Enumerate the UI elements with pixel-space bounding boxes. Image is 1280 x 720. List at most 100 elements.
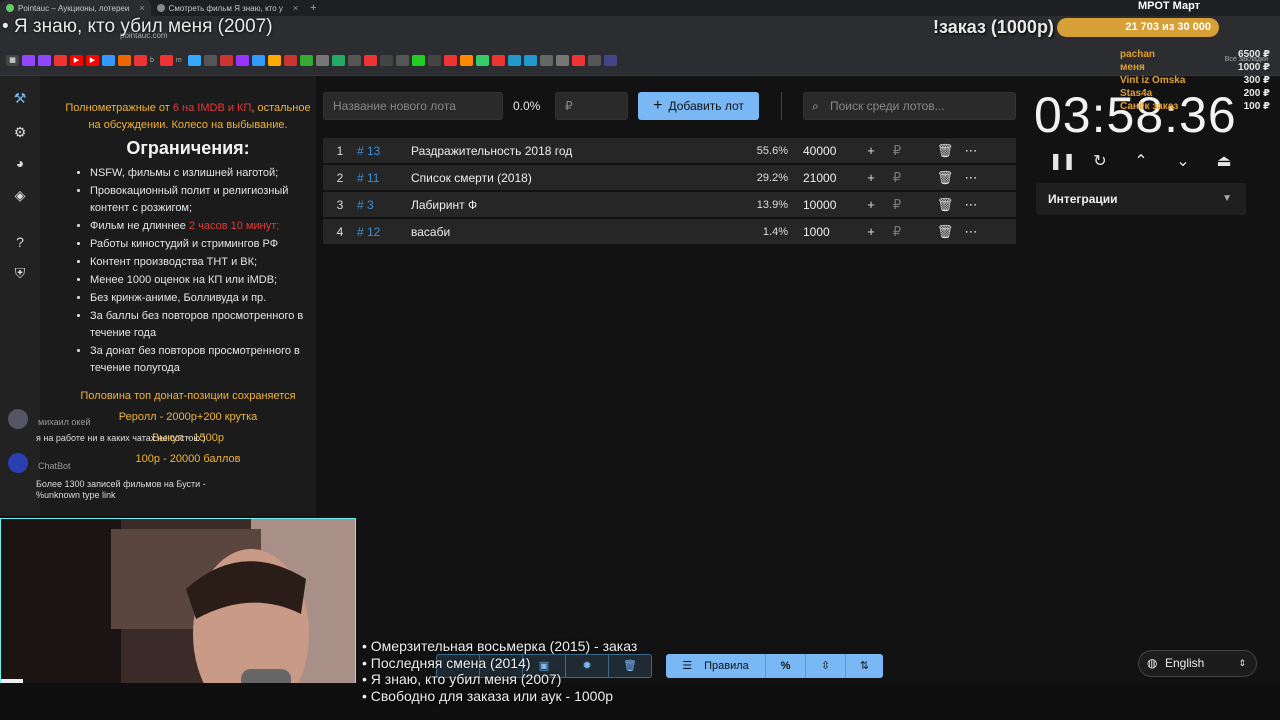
add-amount-icon[interactable]: + bbox=[858, 143, 884, 158]
more-options-icon[interactable]: ⋯ bbox=[958, 224, 984, 240]
lot-amount[interactable]: 21000 bbox=[788, 171, 858, 185]
bookmark-icon[interactable] bbox=[347, 55, 361, 66]
bookmark-icon[interactable] bbox=[331, 55, 345, 66]
reset-icon[interactable]: ↻ bbox=[1090, 152, 1110, 172]
apps-grid-icon[interactable]: ▦ bbox=[6, 55, 19, 66]
shield-check-icon[interactable]: ⛨ bbox=[10, 263, 30, 283]
bookmark-icon[interactable] bbox=[459, 55, 473, 66]
bookmark-icon[interactable] bbox=[267, 55, 281, 66]
bookmark-icon[interactable] bbox=[283, 55, 297, 66]
restrictions-heading: Ограничения: bbox=[126, 138, 250, 158]
delete-trash-icon[interactable]: 🗑 bbox=[932, 170, 958, 186]
bookmark-icon[interactable] bbox=[203, 55, 217, 66]
sort-icon[interactable]: ⇅ bbox=[846, 654, 883, 678]
twitch-bookmark-icon[interactable] bbox=[38, 55, 51, 66]
bookmark-icon[interactable] bbox=[395, 55, 409, 66]
delete-trash-icon[interactable]: 🗑 bbox=[932, 197, 958, 213]
lot-amount[interactable]: 10000 bbox=[788, 198, 858, 212]
bookmark-icon[interactable] bbox=[251, 55, 265, 66]
add-amount-icon[interactable]: + bbox=[858, 197, 884, 212]
restriction-item: Без кринж-аниме, Болливуда и пр. bbox=[90, 290, 336, 307]
app-sidebar: ⚒ ⚙ ◕ ◈ ? ⛨ bbox=[0, 76, 40, 516]
new-lot-name-input[interactable]: Название нового лота bbox=[323, 92, 503, 120]
mail-bookmark-icon[interactable] bbox=[118, 55, 131, 66]
lot-name[interactable]: Список смерти (2018) bbox=[411, 171, 741, 185]
new-lot-amount-input[interactable]: ₽ bbox=[555, 92, 628, 120]
ruble-icon[interactable]: ₽ bbox=[884, 197, 910, 213]
layers-icon[interactable]: ◈ bbox=[10, 185, 30, 205]
blue-bookmark-icon[interactable] bbox=[102, 55, 115, 66]
bookmark-icon[interactable] bbox=[315, 55, 329, 66]
bookmark-icon[interactable] bbox=[235, 55, 249, 66]
youtube-bookmark-icon[interactable]: ▶ bbox=[70, 55, 83, 66]
eject-icon[interactable]: ⏏ bbox=[1214, 152, 1234, 172]
lot-row[interactable]: 1 # 13 Раздражительность 2018 год 55.6% … bbox=[323, 138, 1016, 163]
bookmark-icon[interactable] bbox=[411, 55, 425, 66]
integrations-accordion[interactable]: Интеграции ▼ bbox=[1036, 183, 1246, 215]
twitch-bookmark-icon[interactable] bbox=[22, 55, 35, 66]
delete-trash-icon[interactable]: 🗑 bbox=[932, 224, 958, 240]
length-limit: 2 часов 10 минут; bbox=[188, 220, 280, 232]
delete-trash-icon[interactable]: 🗑 bbox=[932, 143, 958, 159]
bookmark-icon[interactable] bbox=[443, 55, 457, 66]
lot-name[interactable]: Раздражительность 2018 год bbox=[411, 144, 741, 158]
bookmark-icon[interactable] bbox=[539, 55, 553, 66]
more-options-icon[interactable]: ⋯ bbox=[958, 197, 984, 213]
settings-gear-icon[interactable]: ⚙ bbox=[10, 122, 30, 142]
chevron-down-icon[interactable]: ⌄ bbox=[1173, 152, 1193, 172]
bookmark-icon[interactable] bbox=[427, 55, 441, 66]
add-lot-button[interactable]: + Добавить лот bbox=[638, 92, 759, 120]
bookmark-icon[interactable] bbox=[491, 55, 505, 66]
donor-name: pachan bbox=[1120, 49, 1156, 60]
red-bookmark-icon[interactable] bbox=[54, 55, 67, 66]
close-tab-icon[interactable]: × bbox=[293, 3, 298, 13]
ruble-icon[interactable]: ₽ bbox=[884, 143, 910, 159]
help-icon[interactable]: ? bbox=[10, 232, 30, 252]
browser-tab-pointauc[interactable]: Pointauc – Аукционы, лотереи × bbox=[0, 0, 151, 16]
browser-tab-movie[interactable]: Смотреть фильм Я знаю, кто у × bbox=[151, 0, 305, 16]
new-tab-button[interactable]: + bbox=[310, 2, 316, 14]
rules-button[interactable]: ☰ Правила bbox=[666, 654, 766, 678]
close-tab-icon[interactable]: × bbox=[139, 3, 144, 13]
more-options-icon[interactable]: ⋯ bbox=[958, 143, 984, 159]
compact-view-icon[interactable]: ⇳ bbox=[806, 654, 846, 678]
bookmark-icon[interactable] bbox=[587, 55, 601, 66]
lot-search-input[interactable]: ⌕ Поиск среди лотов... bbox=[803, 92, 1016, 120]
bookmark-icon[interactable] bbox=[299, 55, 313, 66]
telegram-bookmark-icon[interactable] bbox=[523, 55, 537, 66]
telegram-bookmark-icon[interactable] bbox=[507, 55, 521, 66]
lot-name[interactable]: васаби bbox=[411, 225, 741, 239]
chevron-up-icon[interactable]: ⌃ bbox=[1131, 152, 1151, 172]
bookmark-icon[interactable] bbox=[379, 55, 393, 66]
red-bookmark-icon[interactable] bbox=[159, 55, 173, 66]
rules-panel: Полнометражные от 6 на IMDB и КП, осталь… bbox=[40, 76, 336, 516]
lot-position: 1 bbox=[336, 143, 344, 158]
blue-bookmark-icon[interactable] bbox=[187, 55, 201, 66]
bookmark-icon[interactable] bbox=[603, 55, 617, 66]
bookmark-icon[interactable] bbox=[475, 55, 489, 66]
add-amount-icon[interactable]: + bbox=[858, 170, 884, 185]
percent-toggle[interactable]: % bbox=[766, 654, 806, 678]
lot-name[interactable]: Лабиринт Ф bbox=[411, 198, 741, 212]
lot-amount[interactable]: 40000 bbox=[788, 144, 858, 158]
ruble-icon[interactable]: ₽ bbox=[884, 170, 910, 186]
lot-row[interactable]: 2 # 11 Список смерти (2018) 29.2% 21000 … bbox=[323, 165, 1016, 190]
bookmark-icon[interactable] bbox=[571, 55, 585, 66]
red-bookmark-icon[interactable] bbox=[134, 55, 147, 66]
ruble-icon[interactable]: ₽ bbox=[884, 224, 910, 240]
wheel-pie-icon[interactable]: ◕ bbox=[10, 153, 30, 173]
bookmark-icon[interactable] bbox=[555, 55, 569, 66]
bookmark-icon[interactable] bbox=[363, 55, 377, 66]
lot-amount[interactable]: 1000 bbox=[788, 225, 858, 239]
auction-hammer-icon[interactable]: ⚒ bbox=[10, 88, 30, 108]
chat-avatar bbox=[8, 409, 28, 429]
add-amount-icon[interactable]: + bbox=[858, 224, 884, 239]
language-select[interactable]: ◍ English ⇕ bbox=[1138, 650, 1257, 677]
bookmark-icon[interactable] bbox=[219, 55, 233, 66]
youtube-bookmark-icon[interactable]: ▶ bbox=[86, 55, 99, 66]
lot-row[interactable]: 4 # 12 васаби 1.4% 1000 + ₽ 🗑 ⋯ bbox=[323, 219, 1016, 244]
add-lot-label: Добавить лот bbox=[668, 99, 744, 113]
pause-icon[interactable]: ❚❚ bbox=[1049, 152, 1076, 172]
more-options-icon[interactable]: ⋯ bbox=[958, 170, 984, 186]
lot-row[interactable]: 3 # 3 Лабиринт Ф 13.9% 10000 + ₽ 🗑 ⋯ bbox=[323, 192, 1016, 217]
